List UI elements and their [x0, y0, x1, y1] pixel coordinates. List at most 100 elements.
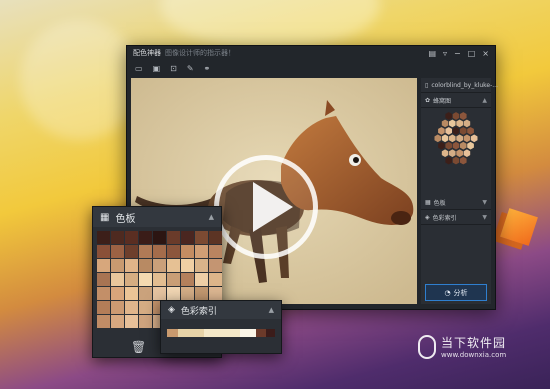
color-swatch[interactable]	[195, 231, 208, 244]
trash-icon[interactable]: 🗑	[131, 340, 146, 354]
color-swatch[interactable]	[209, 259, 222, 272]
honeycomb-cell[interactable]	[455, 133, 464, 143]
color-swatch[interactable]	[167, 259, 180, 272]
honeycomb-cell[interactable]	[437, 141, 446, 151]
color-swatch[interactable]	[167, 287, 180, 300]
honeycomb-cell[interactable]	[452, 156, 460, 166]
color-swatch[interactable]	[139, 315, 152, 328]
honeycomb-cell[interactable]	[452, 126, 460, 136]
honeycomb-cell[interactable]	[444, 156, 453, 166]
section-honeycomb[interactable]: ✿ 蜂窝图 ▲	[421, 93, 491, 108]
color-swatch[interactable]	[153, 245, 166, 258]
color-swatch[interactable]	[125, 231, 138, 244]
color-swatch[interactable]	[97, 315, 110, 328]
color-swatch[interactable]	[125, 301, 138, 314]
color-swatch[interactable]	[125, 315, 138, 328]
color-swatch[interactable]	[181, 231, 194, 244]
chevron-down-icon[interactable]: ▼	[482, 199, 487, 206]
dropdown-icon[interactable]: ▿	[443, 49, 447, 58]
color-swatch[interactable]	[167, 231, 180, 244]
honeycomb-cell[interactable]	[466, 126, 475, 136]
color-index-segment[interactable]	[240, 329, 256, 337]
maximize-button[interactable]: □	[468, 49, 476, 58]
file-name-row[interactable]: ▯ colorblind_by_kluke-...	[421, 78, 498, 93]
color-swatch[interactable]	[125, 245, 138, 258]
honeycomb-cell[interactable]	[459, 126, 468, 136]
chevron-down-icon[interactable]: ▼	[482, 214, 487, 221]
color-swatch[interactable]	[125, 273, 138, 286]
color-index-segment[interactable]	[266, 329, 275, 337]
export-icon[interactable]: ⊡	[170, 64, 177, 73]
color-swatch[interactable]	[181, 245, 194, 258]
color-swatch[interactable]	[97, 301, 110, 314]
color-swatch[interactable]	[125, 259, 138, 272]
color-swatch[interactable]	[195, 245, 208, 258]
color-index-segment[interactable]	[177, 329, 204, 337]
color-swatch[interactable]	[139, 301, 152, 314]
honeycomb-cell[interactable]	[452, 111, 460, 121]
color-swatch[interactable]	[167, 245, 180, 258]
color-swatch[interactable]	[209, 287, 222, 300]
honeycomb-cell[interactable]	[459, 111, 468, 121]
honeycomb-cell[interactable]	[437, 126, 446, 136]
color-swatch[interactable]	[209, 273, 222, 286]
color-index-segment[interactable]	[167, 329, 178, 337]
honeycomb-cell[interactable]	[441, 148, 450, 158]
eyedropper-icon[interactable]: ✎	[187, 64, 194, 73]
honeycomb-cell[interactable]	[433, 133, 442, 143]
color-swatch[interactable]	[139, 231, 152, 244]
color-swatch[interactable]	[139, 259, 152, 272]
chevron-up-icon[interactable]: ▲	[482, 97, 487, 104]
play-button[interactable]	[214, 155, 318, 259]
color-swatch[interactable]	[111, 273, 124, 286]
color-swatch[interactable]	[209, 231, 222, 244]
honeycomb-cell[interactable]	[441, 133, 450, 143]
honeycomb-cell[interactable]	[444, 126, 453, 136]
section-swatches[interactable]: ▦ 色板 ▼	[421, 195, 491, 210]
honeycomb-cell[interactable]	[448, 133, 457, 143]
color-swatch[interactable]	[97, 287, 110, 300]
menu-icon[interactable]: ▤	[428, 49, 436, 58]
honeycomb-cell[interactable]	[448, 148, 457, 158]
honeycomb-cell[interactable]	[459, 141, 468, 151]
honeycomb-chart[interactable]	[421, 108, 491, 188]
color-swatch[interactable]	[195, 259, 208, 272]
color-swatch[interactable]	[111, 315, 124, 328]
save-icon[interactable]: ▣	[153, 64, 161, 73]
color-swatch[interactable]	[139, 245, 152, 258]
color-swatch[interactable]	[139, 273, 152, 286]
color-swatch[interactable]	[125, 287, 138, 300]
honeycomb-cell[interactable]	[455, 148, 464, 158]
open-icon[interactable]: ▭	[135, 64, 143, 73]
color-swatch[interactable]	[153, 273, 166, 286]
color-swatch[interactable]	[181, 259, 194, 272]
section-color-index[interactable]: ◈ 色彩索引 ▼	[421, 210, 491, 225]
honeycomb-cell[interactable]	[470, 133, 479, 143]
minimize-button[interactable]: −	[454, 49, 461, 58]
color-index-segment[interactable]	[255, 329, 267, 337]
honeycomb-cell[interactable]	[441, 118, 450, 128]
color-swatch[interactable]	[153, 259, 166, 272]
color-swatch[interactable]	[139, 287, 152, 300]
link-icon[interactable]: ⚭	[204, 64, 211, 73]
color-swatch[interactable]	[181, 273, 194, 286]
color-swatch[interactable]	[97, 273, 110, 286]
honeycomb-cell[interactable]	[466, 141, 475, 151]
honeycomb-cell[interactable]	[444, 111, 453, 121]
color-swatch[interactable]	[111, 231, 124, 244]
color-swatch[interactable]	[111, 301, 124, 314]
honeycomb-cell[interactable]	[455, 118, 464, 128]
honeycomb-cell[interactable]	[444, 141, 453, 151]
honeycomb-cell[interactable]	[462, 148, 471, 158]
honeycomb-cell[interactable]	[452, 141, 460, 151]
color-swatch[interactable]	[167, 273, 180, 286]
color-index-segment[interactable]	[203, 329, 241, 337]
honeycomb-cell[interactable]	[462, 133, 471, 143]
honeycomb-cell[interactable]	[448, 118, 457, 128]
color-swatch[interactable]	[209, 245, 222, 258]
color-swatch[interactable]	[97, 259, 110, 272]
color-swatch[interactable]	[97, 245, 110, 258]
color-swatch[interactable]	[111, 287, 124, 300]
color-swatch[interactable]	[111, 259, 124, 272]
color-swatch[interactable]	[111, 245, 124, 258]
